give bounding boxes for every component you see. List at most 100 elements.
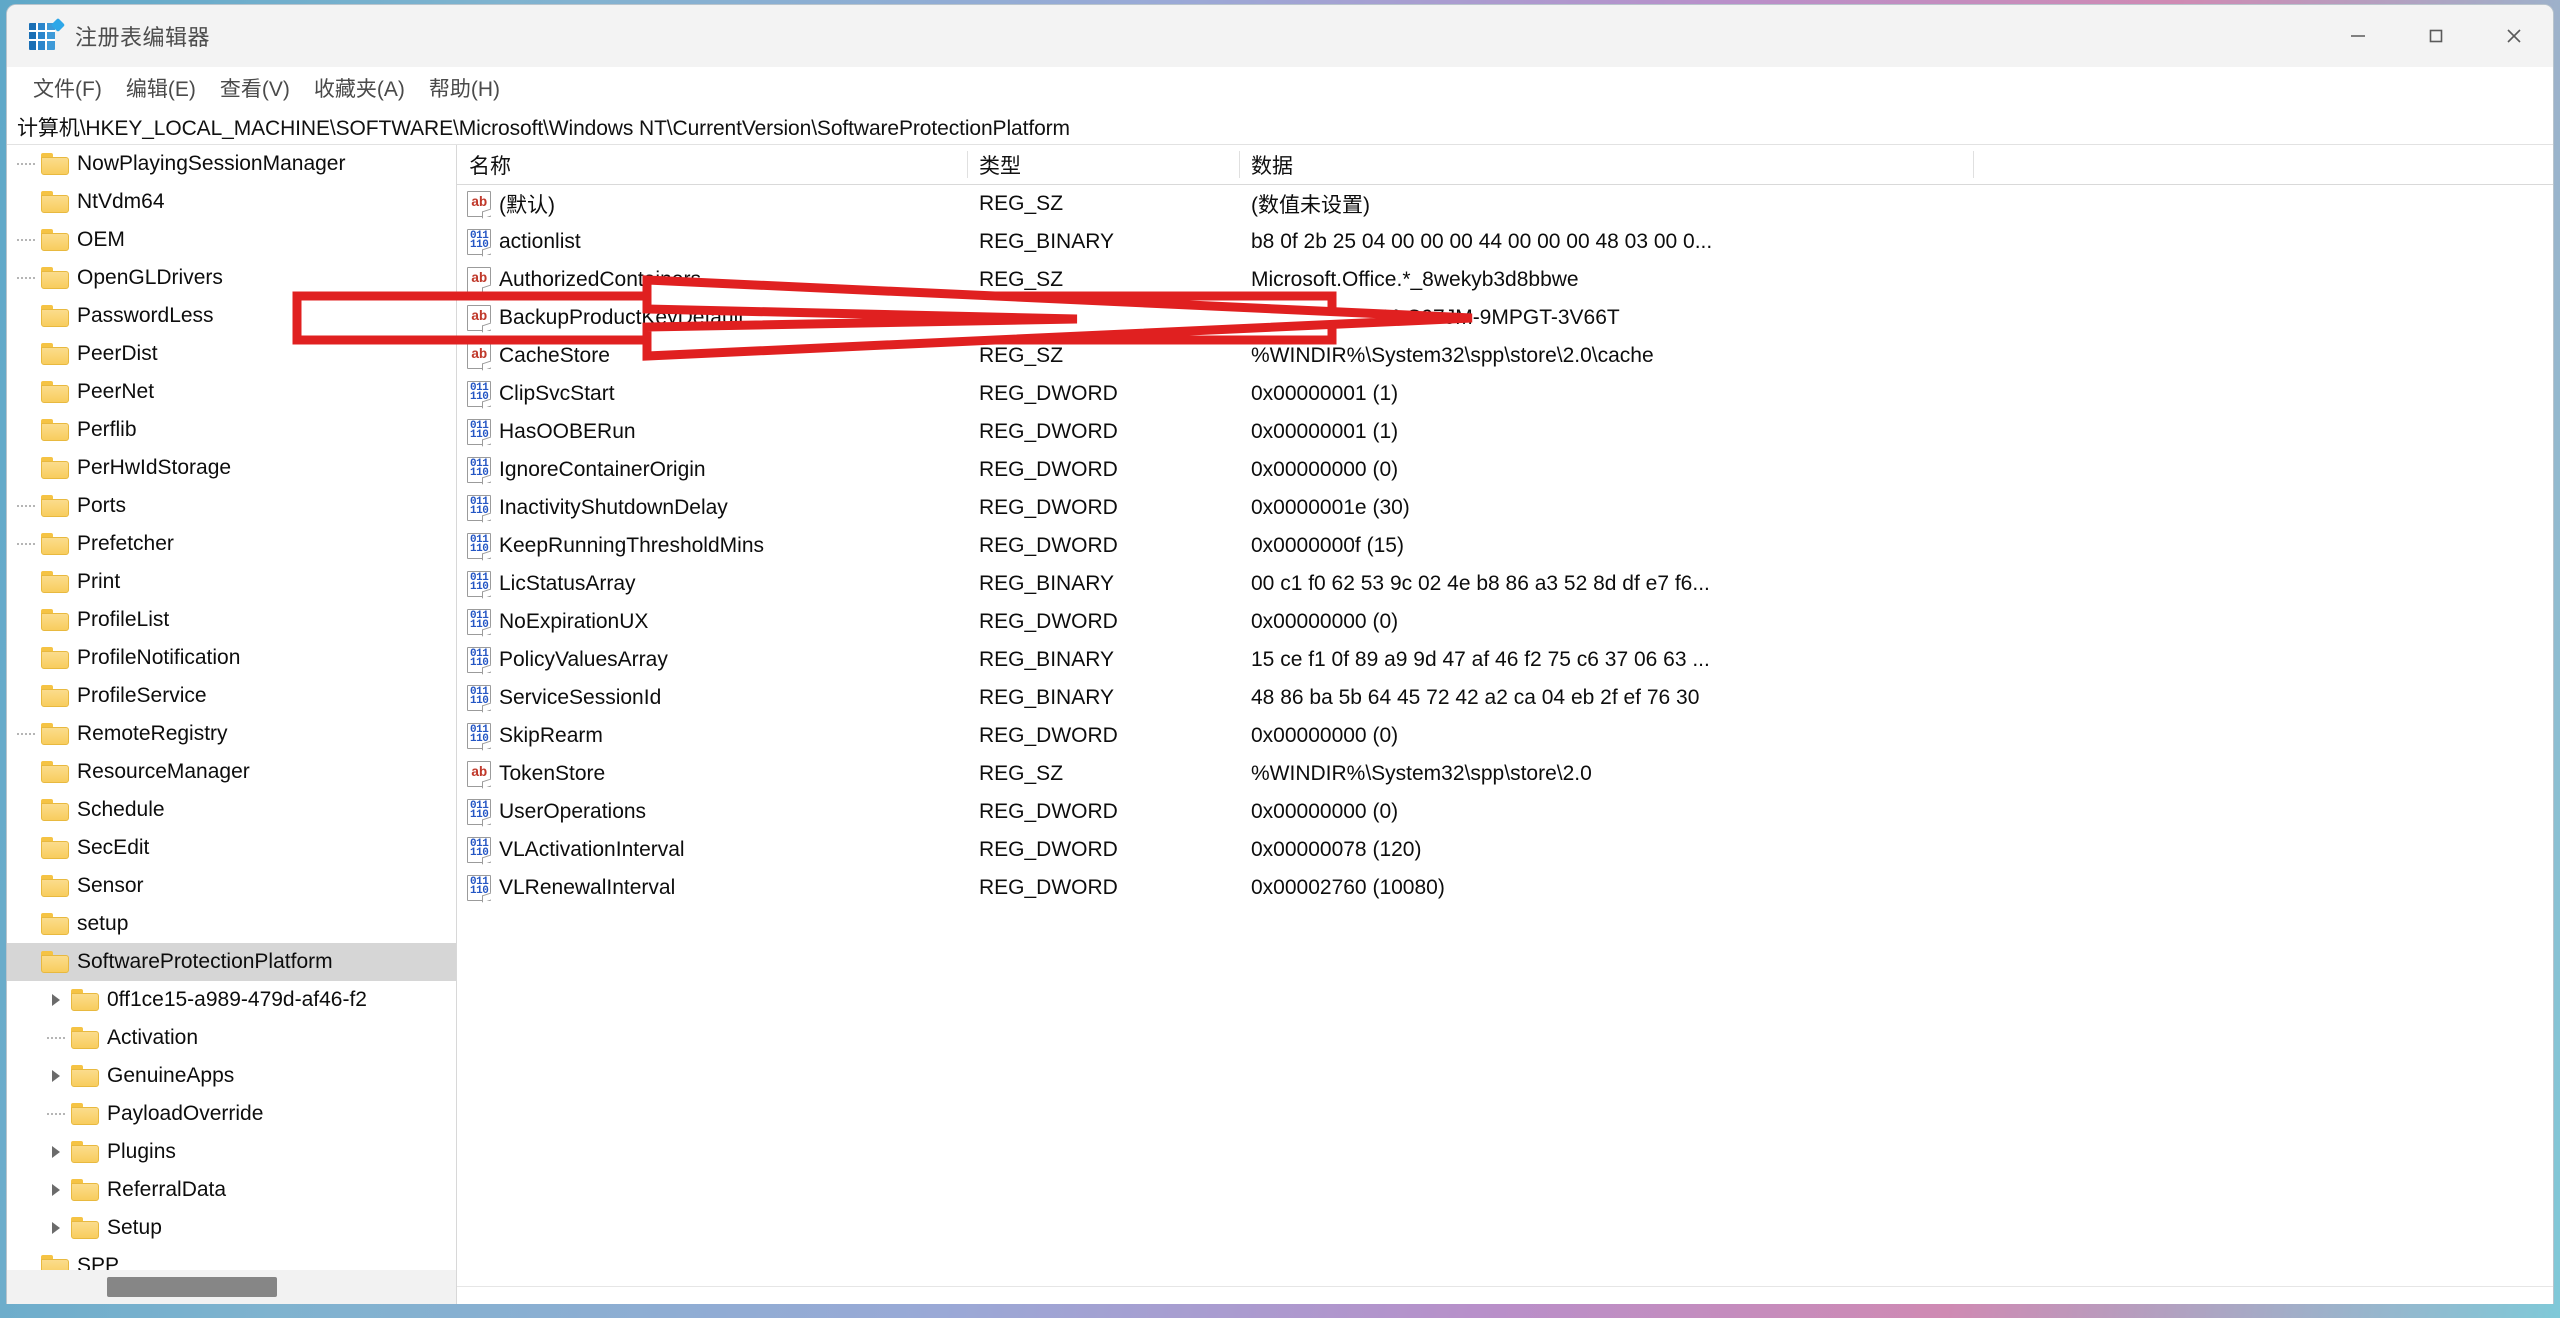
- chevron-right-icon[interactable]: [41, 1222, 71, 1234]
- tree-item[interactable]: GenuineApps: [7, 1057, 456, 1095]
- minimize-button[interactable]: [2319, 5, 2397, 67]
- folder-icon: [71, 1179, 99, 1201]
- tree-line-icon: [41, 1113, 71, 1115]
- tree-item[interactable]: Setup: [7, 1209, 456, 1247]
- value-row[interactable]: 011110KeepRunningThresholdMinsREG_DWORD0…: [457, 527, 2553, 565]
- tree-item[interactable]: Perflib: [7, 411, 456, 449]
- tree-horizontal-scrollbar[interactable]: [7, 1270, 456, 1304]
- tree-item[interactable]: Activation: [7, 1019, 456, 1057]
- tree-item[interactable]: 0ff1ce15-a989-479d-af46-f2: [7, 981, 456, 1019]
- folder-icon: [71, 1217, 99, 1239]
- column-header-data[interactable]: 数据: [1239, 145, 1973, 184]
- tree-item[interactable]: PasswordLess: [7, 297, 456, 335]
- value-data-cell: 00 c1 f0 62 53 9c 02 4e b8 86 a3 52 8d d…: [1239, 572, 2553, 596]
- tree-item[interactable]: Plugins: [7, 1133, 456, 1171]
- tree-item-label: PeerNet: [77, 380, 160, 404]
- tree-item-label: OpenGLDrivers: [77, 266, 229, 290]
- registry-tree[interactable]: NowPlayingSessionManagerNtVdm64OEM OpenGL…: [7, 145, 456, 1270]
- menu-file[interactable]: 文件(F): [21, 69, 114, 107]
- value-row[interactable]: abBackupProductKeyDefaultREG_SZVK7JG-NPH…: [457, 299, 2553, 337]
- tree-item[interactable]: NowPlayingSessionManager: [7, 145, 456, 183]
- tree-item[interactable]: ReferralData: [7, 1171, 456, 1209]
- value-row[interactable]: abCacheStoreREG_SZ%WINDIR%\System32\spp\…: [457, 337, 2553, 375]
- folder-icon: [41, 267, 69, 289]
- value-name-label: ClipSvcStart: [499, 382, 615, 406]
- tree-item[interactable]: NtVdm64: [7, 183, 456, 221]
- tree-item[interactable]: PeerDist: [7, 335, 456, 373]
- value-data-cell: 0x00002760 (10080): [1239, 876, 2553, 900]
- tree-item[interactable]: Prefetcher: [7, 525, 456, 563]
- tree-item[interactable]: ProfileService: [7, 677, 456, 715]
- value-row[interactable]: 011110UserOperationsREG_DWORD0x00000000 …: [457, 793, 2553, 831]
- chevron-right-icon[interactable]: [41, 1070, 71, 1082]
- menu-help[interactable]: 帮助(H): [417, 69, 512, 107]
- tree-scroll-thumb[interactable]: [107, 1277, 277, 1297]
- tree-item[interactable]: Print: [7, 563, 456, 601]
- chevron-right-icon[interactable]: [41, 1184, 71, 1196]
- tree-item-label: PeerDist: [77, 342, 164, 366]
- value-name-label: ServiceSessionId: [499, 686, 661, 710]
- value-row[interactable]: abAuthorizedContainersREG_SZMicrosoft.Of…: [457, 261, 2553, 299]
- binary-value-icon: 011110: [467, 457, 491, 483]
- column-header-name[interactable]: 名称: [457, 145, 967, 184]
- tree-item[interactable]: ResourceManager: [7, 753, 456, 791]
- value-row[interactable]: 011110NoExpirationUXREG_DWORD0x00000000 …: [457, 603, 2553, 641]
- tree-item[interactable]: SoftwareProtectionPlatform: [7, 943, 456, 981]
- value-row[interactable]: 011110PolicyValuesArrayREG_BINARY15 ce f…: [457, 641, 2553, 679]
- value-name-label: LicStatusArray: [499, 572, 636, 596]
- tree-item-label: Schedule: [77, 798, 171, 822]
- value-list-header: 名称 类型 数据: [457, 145, 2553, 185]
- value-name-label: AuthorizedContainers: [499, 268, 701, 292]
- tree-item[interactable]: Ports: [7, 487, 456, 525]
- value-row[interactable]: 011110LicStatusArrayREG_BINARY00 c1 f0 6…: [457, 565, 2553, 603]
- close-button[interactable]: [2475, 5, 2553, 67]
- menu-bar: 文件(F) 编辑(E) 查看(V) 收藏夹(A) 帮助(H): [7, 67, 2553, 109]
- value-type-cell: REG_SZ: [967, 344, 1239, 368]
- folder-icon: [41, 571, 69, 593]
- tree-item[interactable]: ProfileNotification: [7, 639, 456, 677]
- value-row[interactable]: 011110ClipSvcStartREG_DWORD0x00000001 (1…: [457, 375, 2553, 413]
- tree-item[interactable]: PerHwIdStorage: [7, 449, 456, 487]
- tree-item[interactable]: Sensor: [7, 867, 456, 905]
- value-row[interactable]: 011110actionlistREG_BINARYb8 0f 2b 25 04…: [457, 223, 2553, 261]
- address-bar[interactable]: 计算机\HKEY_LOCAL_MACHINE\SOFTWARE\Microsof…: [7, 109, 2553, 145]
- tree-item-label: ResourceManager: [77, 760, 256, 784]
- value-row[interactable]: ab(默认)REG_SZ(数值未设置): [457, 185, 2553, 223]
- maximize-button[interactable]: [2397, 5, 2475, 67]
- value-list[interactable]: ab(默认)REG_SZ(数值未设置)011110actionlistREG_B…: [457, 185, 2553, 1286]
- tree-item-label: ProfileService: [77, 684, 213, 708]
- value-name-label: VLRenewalInterval: [499, 876, 675, 900]
- value-type-cell: REG_BINARY: [967, 686, 1239, 710]
- value-row[interactable]: 011110HasOOBERunREG_DWORD0x00000001 (1): [457, 413, 2553, 451]
- value-row[interactable]: 011110InactivityShutdownDelayREG_DWORD0x…: [457, 489, 2553, 527]
- value-row[interactable]: 011110IgnoreContainerOriginREG_DWORD0x00…: [457, 451, 2553, 489]
- chevron-right-icon[interactable]: [41, 994, 71, 1006]
- value-name-label: TokenStore: [499, 762, 605, 786]
- menu-edit[interactable]: 编辑(E): [114, 69, 208, 107]
- value-row[interactable]: 011110VLRenewalIntervalREG_DWORD0x000027…: [457, 869, 2553, 907]
- string-value-icon: ab: [467, 305, 491, 331]
- value-data-cell: %WINDIR%\System32\spp\store\2.0\cache: [1239, 344, 2553, 368]
- registry-path: 计算机\HKEY_LOCAL_MACHINE\SOFTWARE\Microsof…: [17, 112, 1070, 142]
- folder-icon: [41, 913, 69, 935]
- value-name-label: IgnoreContainerOrigin: [499, 458, 706, 482]
- value-row[interactable]: 011110SkipRearmREG_DWORD0x00000000 (0): [457, 717, 2553, 755]
- value-row[interactable]: 011110ServiceSessionIdREG_BINARY48 86 ba…: [457, 679, 2553, 717]
- tree-item[interactable]: OEM: [7, 221, 456, 259]
- tree-item[interactable]: OpenGLDrivers: [7, 259, 456, 297]
- tree-item[interactable]: PeerNet: [7, 373, 456, 411]
- tree-item[interactable]: ProfileList: [7, 601, 456, 639]
- chevron-right-icon[interactable]: [41, 1146, 71, 1158]
- tree-item[interactable]: Schedule: [7, 791, 456, 829]
- folder-icon: [41, 951, 69, 973]
- tree-item[interactable]: PayloadOverride: [7, 1095, 456, 1133]
- menu-view[interactable]: 查看(V): [208, 69, 302, 107]
- value-row[interactable]: 011110VLActivationIntervalREG_DWORD0x000…: [457, 831, 2553, 869]
- tree-item[interactable]: SecEdit: [7, 829, 456, 867]
- tree-item[interactable]: RemoteRegistry: [7, 715, 456, 753]
- column-header-type[interactable]: 类型: [967, 145, 1239, 184]
- tree-item[interactable]: setup: [7, 905, 456, 943]
- tree-item[interactable]: SPP: [7, 1247, 456, 1270]
- menu-favorites[interactable]: 收藏夹(A): [302, 69, 417, 107]
- value-row[interactable]: abTokenStoreREG_SZ%WINDIR%\System32\spp\…: [457, 755, 2553, 793]
